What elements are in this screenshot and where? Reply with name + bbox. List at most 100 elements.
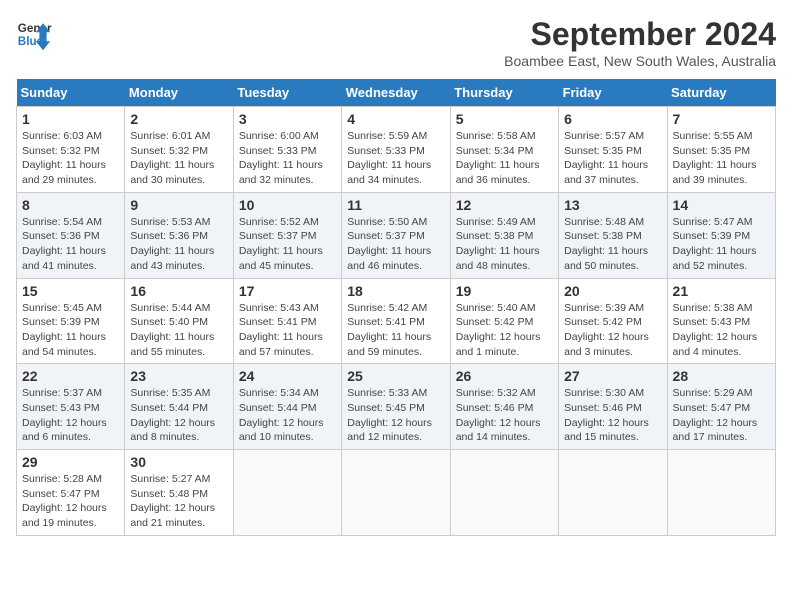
day-info: Sunrise: 5:58 AM Sunset: 5:34 PM Dayligh… (456, 129, 553, 188)
table-row (450, 450, 558, 536)
day-number: 26 (456, 368, 553, 384)
table-row: 17 Sunrise: 5:43 AM Sunset: 5:41 PM Dayli… (233, 278, 341, 364)
day-info: Sunrise: 5:45 AM Sunset: 5:39 PM Dayligh… (22, 301, 119, 360)
table-row: 19 Sunrise: 5:40 AM Sunset: 5:42 PM Dayli… (450, 278, 558, 364)
logo: General Blue (16, 16, 52, 52)
calendar-table: Sunday Monday Tuesday Wednesday Thursday… (16, 79, 776, 536)
day-info: Sunrise: 6:00 AM Sunset: 5:33 PM Dayligh… (239, 129, 336, 188)
day-info: Sunrise: 5:34 AM Sunset: 5:44 PM Dayligh… (239, 386, 336, 445)
day-info: Sunrise: 5:57 AM Sunset: 5:35 PM Dayligh… (564, 129, 661, 188)
day-number: 30 (130, 454, 227, 470)
calendar-week-row: 1Sunrise: 6:03 AM Sunset: 5:32 PM Daylig… (17, 107, 776, 193)
table-row: 10 Sunrise: 5:52 AM Sunset: 5:37 PM Dayli… (233, 192, 341, 278)
day-info: Sunrise: 5:43 AM Sunset: 5:41 PM Dayligh… (239, 301, 336, 360)
col-thursday: Thursday (450, 79, 558, 107)
day-number: 15 (22, 283, 119, 299)
table-row: 16 Sunrise: 5:44 AM Sunset: 5:40 PM Dayli… (125, 278, 233, 364)
day-number: 10 (239, 197, 336, 213)
day-info: Sunrise: 5:55 AM Sunset: 5:35 PM Dayligh… (673, 129, 770, 188)
calendar-week-row: 15 Sunrise: 5:45 AM Sunset: 5:39 PM Dayli… (17, 278, 776, 364)
day-info: Sunrise: 5:39 AM Sunset: 5:42 PM Dayligh… (564, 301, 661, 360)
table-row: 18 Sunrise: 5:42 AM Sunset: 5:41 PM Dayli… (342, 278, 450, 364)
calendar-week-row: 8 Sunrise: 5:54 AM Sunset: 5:36 PM Daylig… (17, 192, 776, 278)
day-number: 20 (564, 283, 661, 299)
day-number: 1 (22, 111, 119, 127)
day-number: 17 (239, 283, 336, 299)
table-row: 27 Sunrise: 5:30 AM Sunset: 5:46 PM Dayli… (559, 364, 667, 450)
day-info: Sunrise: 5:54 AM Sunset: 5:36 PM Dayligh… (22, 215, 119, 274)
day-info: Sunrise: 5:42 AM Sunset: 5:41 PM Dayligh… (347, 301, 444, 360)
table-row: 30 Sunrise: 5:27 AM Sunset: 5:48 PM Dayli… (125, 450, 233, 536)
table-row: 24 Sunrise: 5:34 AM Sunset: 5:44 PM Dayli… (233, 364, 341, 450)
table-row: 8 Sunrise: 5:54 AM Sunset: 5:36 PM Daylig… (17, 192, 125, 278)
table-row: 4Sunrise: 5:59 AM Sunset: 5:33 PM Daylig… (342, 107, 450, 193)
day-number: 29 (22, 454, 119, 470)
day-info: Sunrise: 5:49 AM Sunset: 5:38 PM Dayligh… (456, 215, 553, 274)
day-number: 8 (22, 197, 119, 213)
day-info: Sunrise: 5:28 AM Sunset: 5:47 PM Dayligh… (22, 472, 119, 531)
day-info: Sunrise: 6:01 AM Sunset: 5:32 PM Dayligh… (130, 129, 227, 188)
day-number: 22 (22, 368, 119, 384)
table-row: 21Sunrise: 5:38 AM Sunset: 5:43 PM Dayli… (667, 278, 775, 364)
day-number: 28 (673, 368, 770, 384)
table-row: 28 Sunrise: 5:29 AM Sunset: 5:47 PM Dayli… (667, 364, 775, 450)
table-row: 11 Sunrise: 5:50 AM Sunset: 5:37 PM Dayli… (342, 192, 450, 278)
day-number: 19 (456, 283, 553, 299)
table-row: 23 Sunrise: 5:35 AM Sunset: 5:44 PM Dayli… (125, 364, 233, 450)
day-info: Sunrise: 5:48 AM Sunset: 5:38 PM Dayligh… (564, 215, 661, 274)
day-number: 3 (239, 111, 336, 127)
day-info: Sunrise: 5:27 AM Sunset: 5:48 PM Dayligh… (130, 472, 227, 531)
col-friday: Friday (559, 79, 667, 107)
month-title: September 2024 (504, 16, 776, 53)
day-info: Sunrise: 5:30 AM Sunset: 5:46 PM Dayligh… (564, 386, 661, 445)
col-sunday: Sunday (17, 79, 125, 107)
day-info: Sunrise: 5:52 AM Sunset: 5:37 PM Dayligh… (239, 215, 336, 274)
day-number: 11 (347, 197, 444, 213)
day-info: Sunrise: 5:40 AM Sunset: 5:42 PM Dayligh… (456, 301, 553, 360)
day-number: 4 (347, 111, 444, 127)
day-info: Sunrise: 5:47 AM Sunset: 5:39 PM Dayligh… (673, 215, 770, 274)
title-section: September 2024 Boambee East, New South W… (504, 16, 776, 69)
day-number: 27 (564, 368, 661, 384)
table-row (342, 450, 450, 536)
table-row: 26 Sunrise: 5:32 AM Sunset: 5:46 PM Dayli… (450, 364, 558, 450)
table-row: 1Sunrise: 6:03 AM Sunset: 5:32 PM Daylig… (17, 107, 125, 193)
day-number: 18 (347, 283, 444, 299)
day-number: 12 (456, 197, 553, 213)
day-number: 9 (130, 197, 227, 213)
table-row: 9 Sunrise: 5:53 AM Sunset: 5:36 PM Daylig… (125, 192, 233, 278)
table-row: 22 Sunrise: 5:37 AM Sunset: 5:43 PM Dayli… (17, 364, 125, 450)
day-number: 13 (564, 197, 661, 213)
table-row: 5 Sunrise: 5:58 AM Sunset: 5:34 PM Daylig… (450, 107, 558, 193)
day-number: 5 (456, 111, 553, 127)
table-row: 20 Sunrise: 5:39 AM Sunset: 5:42 PM Dayli… (559, 278, 667, 364)
day-number: 14 (673, 197, 770, 213)
day-number: 24 (239, 368, 336, 384)
day-info: Sunrise: 5:33 AM Sunset: 5:45 PM Dayligh… (347, 386, 444, 445)
day-number: 16 (130, 283, 227, 299)
day-info: Sunrise: 5:35 AM Sunset: 5:44 PM Dayligh… (130, 386, 227, 445)
page-header: General Blue September 2024 Boambee East… (16, 16, 776, 69)
day-info: Sunrise: 5:50 AM Sunset: 5:37 PM Dayligh… (347, 215, 444, 274)
calendar-week-row: 29 Sunrise: 5:28 AM Sunset: 5:47 PM Dayli… (17, 450, 776, 536)
day-info: Sunrise: 5:32 AM Sunset: 5:46 PM Dayligh… (456, 386, 553, 445)
day-number: 6 (564, 111, 661, 127)
table-row: 3 Sunrise: 6:00 AM Sunset: 5:33 PM Daylig… (233, 107, 341, 193)
table-row (667, 450, 775, 536)
calendar-week-row: 22 Sunrise: 5:37 AM Sunset: 5:43 PM Dayli… (17, 364, 776, 450)
col-saturday: Saturday (667, 79, 775, 107)
day-info: Sunrise: 5:53 AM Sunset: 5:36 PM Dayligh… (130, 215, 227, 274)
location-title: Boambee East, New South Wales, Australia (504, 53, 776, 69)
logo-icon: General Blue (16, 16, 52, 52)
day-number: 2 (130, 111, 227, 127)
table-row: 2 Sunrise: 6:01 AM Sunset: 5:32 PM Daylig… (125, 107, 233, 193)
table-row: 13 Sunrise: 5:48 AM Sunset: 5:38 PM Dayli… (559, 192, 667, 278)
day-number: 21 (673, 283, 770, 299)
day-number: 23 (130, 368, 227, 384)
table-row (233, 450, 341, 536)
day-info: Sunrise: 5:44 AM Sunset: 5:40 PM Dayligh… (130, 301, 227, 360)
table-row: 25Sunrise: 5:33 AM Sunset: 5:45 PM Dayli… (342, 364, 450, 450)
day-info: Sunrise: 5:29 AM Sunset: 5:47 PM Dayligh… (673, 386, 770, 445)
table-row: 7Sunrise: 5:55 AM Sunset: 5:35 PM Daylig… (667, 107, 775, 193)
day-info: Sunrise: 5:37 AM Sunset: 5:43 PM Dayligh… (22, 386, 119, 445)
